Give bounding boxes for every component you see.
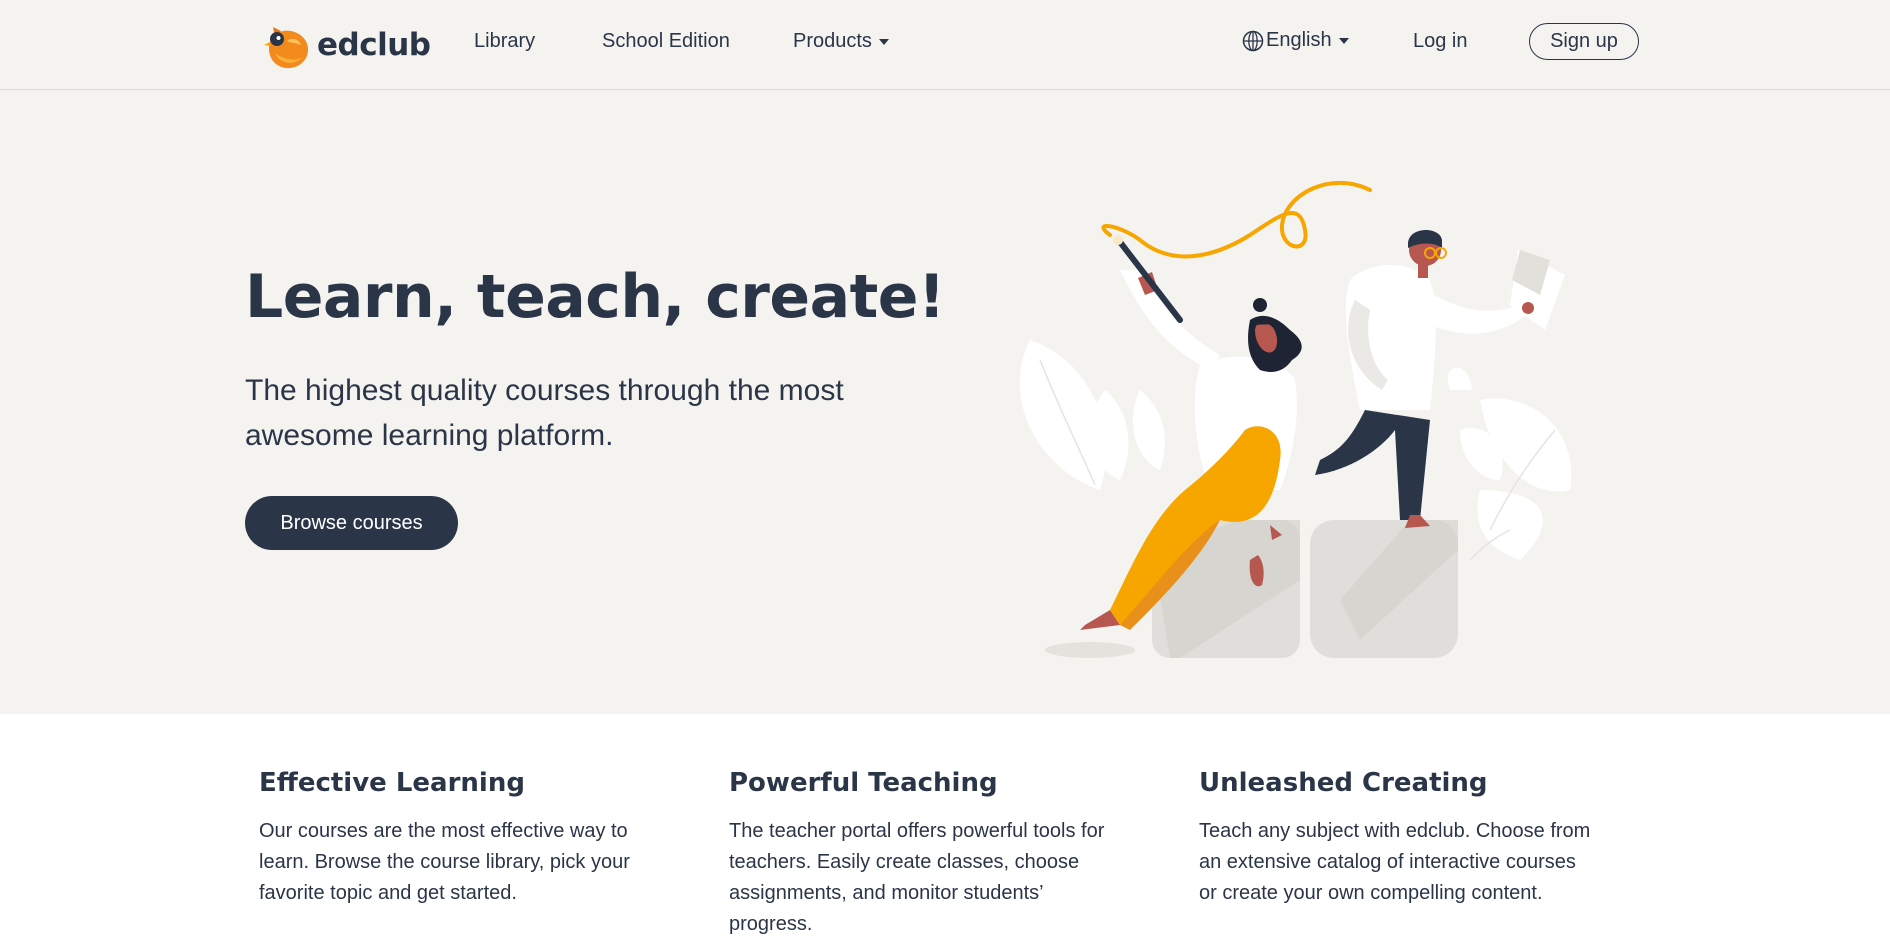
caret-down-icon (1338, 37, 1349, 44)
feature-effective-learning: Effective Learning Our courses are the m… (259, 768, 659, 909)
feature-powerful-teaching: Powerful Teaching The teacher portal off… (729, 768, 1129, 940)
caret-down-icon (878, 38, 889, 45)
feature-text: Teach any subject with edclub. Choose fr… (1199, 820, 1591, 904)
feature-text: Our courses are the most effective way t… (259, 820, 630, 904)
login-link[interactable]: Log in (1413, 30, 1468, 53)
language-label: English (1266, 29, 1332, 51)
feature-title: Unleashed Creating (1199, 768, 1488, 798)
bird-logo-icon (264, 27, 309, 69)
feature-title: Powerful Teaching (729, 768, 998, 798)
nav-products-label: Products (793, 30, 872, 52)
hero-illustration (1019, 180, 1572, 658)
hero-title: Learn, teach, create! (245, 262, 945, 332)
feature-title: Effective Learning (259, 768, 525, 798)
language-selector[interactable]: English (1242, 29, 1349, 52)
hero-section: Learn, teach, create! The highest qualit… (0, 90, 1890, 714)
nav-products-dropdown[interactable]: Products (793, 30, 889, 53)
globe-icon (1242, 30, 1264, 51)
man-figure (1315, 229, 1565, 528)
top-navbar: edclub Library School Edition Products E… (0, 0, 1890, 90)
feature-text: The teacher portal offers powerful tools… (729, 820, 1105, 935)
nav-link-library[interactable]: Library (474, 30, 535, 53)
nav-link-school-edition[interactable]: School Edition (602, 30, 730, 53)
browse-courses-button[interactable]: Browse courses (245, 496, 458, 550)
feature-unleashed-creating: Unleashed Creating Teach any subject wit… (1199, 768, 1599, 909)
signup-button[interactable]: Sign up (1529, 23, 1639, 60)
logo-text: edclub (317, 27, 431, 63)
logo-link[interactable]: edclub (261, 18, 431, 72)
hero-subtitle: The highest quality courses through the … (245, 374, 844, 452)
